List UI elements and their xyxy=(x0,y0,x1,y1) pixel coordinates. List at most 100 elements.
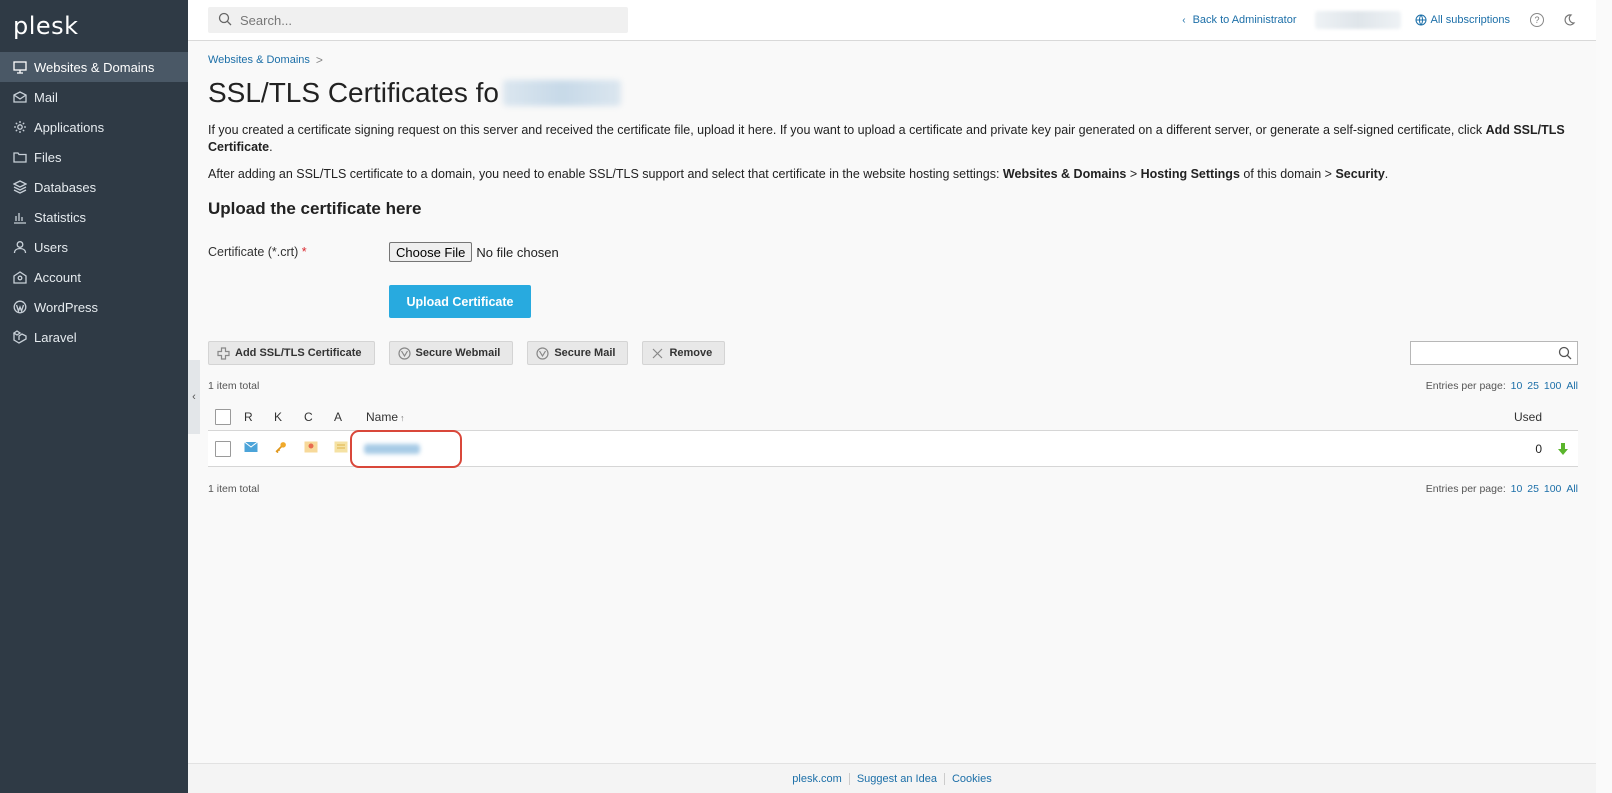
sidebar-nav: Websites & Domains Mail Applications Fil… xyxy=(0,52,188,352)
upload-certificate-button[interactable]: Upload Certificate xyxy=(389,285,531,318)
plus-icon xyxy=(217,346,230,360)
sidebar-item-wordpress[interactable]: WordPress xyxy=(0,292,188,322)
column-a[interactable]: A xyxy=(334,410,342,424)
moon-icon[interactable] xyxy=(1562,13,1576,27)
bar-chart-icon xyxy=(13,210,27,224)
column-k[interactable]: K xyxy=(274,410,282,424)
secure-mail-button[interactable]: Secure Mail xyxy=(527,341,629,365)
search-input[interactable] xyxy=(240,12,620,28)
breadcrumb-websites-domains[interactable]: Websites & Domains xyxy=(208,54,310,66)
globe-icon xyxy=(1415,14,1427,26)
footer-link-suggest-idea[interactable]: Suggest an Idea xyxy=(850,773,944,785)
download-icon[interactable] xyxy=(1556,442,1570,456)
chevron-left-icon: ‹ xyxy=(1182,14,1186,26)
button-label: Remove xyxy=(669,347,713,359)
button-label: Secure Webmail xyxy=(415,347,501,359)
entries-option-10[interactable]: 10 xyxy=(1511,483,1523,495)
sidebar-item-mail[interactable]: Mail xyxy=(0,82,188,112)
item-count: 1 item total xyxy=(208,483,260,495)
user-account-menu[interactable] xyxy=(1314,11,1401,29)
required-mark: * xyxy=(301,245,307,259)
column-r[interactable]: R xyxy=(244,410,253,424)
entries-per-page: Entries per page: 10 25 100 All xyxy=(1426,483,1578,497)
plesk-logo[interactable]: plesk xyxy=(0,0,188,52)
select-all-checkbox[interactable] xyxy=(215,408,231,425)
footer: plesk.com Suggest an Idea Cookies xyxy=(188,763,1596,793)
table-row: 0 xyxy=(208,430,1578,468)
page-title: SSL/TLS Certificates fo xyxy=(208,74,1578,112)
back-to-administrator-link[interactable]: ‹ Back to Administrator xyxy=(1182,14,1296,26)
close-icon xyxy=(651,347,664,360)
page-title-text: SSL/TLS Certificates fo xyxy=(208,77,500,108)
breadcrumb-separator: > xyxy=(315,53,323,67)
desc-end: . xyxy=(269,140,273,154)
all-subscriptions-link[interactable]: All subscriptions xyxy=(1415,14,1510,26)
entries-option-25[interactable]: 25 xyxy=(1527,380,1539,392)
sidebar-item-databases[interactable]: Databases xyxy=(0,172,188,202)
ca-certificate-icon xyxy=(334,441,348,456)
entries-option-all[interactable]: All xyxy=(1566,483,1578,495)
desc-text: > xyxy=(1126,167,1141,181)
entries-option-25[interactable]: 25 xyxy=(1527,483,1539,495)
sidebar: plesk Websites & Domains Mail Applicatio… xyxy=(0,0,188,793)
button-label: Add SSL/TLS Certificate xyxy=(235,347,362,359)
secure-webmail-button[interactable]: Secure Webmail xyxy=(388,341,514,365)
file-status: No file chosen xyxy=(476,244,559,260)
desc-text: After adding an SSL/TLS certificate to a… xyxy=(208,167,1003,181)
certificate-label-text: Certificate (*.crt) xyxy=(208,245,299,259)
column-used[interactable]: Used xyxy=(1514,410,1542,424)
entries-label: Entries per page: xyxy=(1425,483,1506,495)
sidebar-item-label: Account xyxy=(34,269,81,285)
column-name[interactable]: Name ↑ xyxy=(366,410,405,424)
row-checkbox[interactable] xyxy=(215,440,231,457)
account-icon xyxy=(13,270,27,284)
sidebar-item-websites-domains[interactable]: Websites & Domains xyxy=(0,52,188,82)
sidebar-item-statistics[interactable]: Statistics xyxy=(0,202,188,232)
entries-option-100[interactable]: 100 xyxy=(1544,483,1562,495)
back-link-label: Back to Administrator xyxy=(1192,14,1297,26)
entries-option-100[interactable]: 100 xyxy=(1544,380,1562,392)
mail-icon xyxy=(13,90,27,104)
remove-button[interactable]: Remove xyxy=(642,341,726,365)
domain-name-redacted xyxy=(503,80,622,106)
upload-section-title: Upload the certificate here xyxy=(208,199,422,218)
list-search-input[interactable] xyxy=(1410,341,1578,365)
help-icon[interactable]: ? xyxy=(1530,13,1544,27)
table-header: R K C A Name ↑ Used xyxy=(208,403,1578,431)
global-search[interactable] xyxy=(208,7,628,33)
topbar-right: ‹ Back to Administrator All subscription… xyxy=(1182,0,1576,40)
choose-file-button[interactable]: Choose File xyxy=(389,242,473,262)
sidebar-item-laravel[interactable]: Laravel xyxy=(0,322,188,352)
sidebar-item-applications[interactable]: Applications xyxy=(0,112,188,142)
mail-cert-icon xyxy=(244,441,258,456)
list-meta-top: 1 item total Entries per page: 10 25 100… xyxy=(208,380,1578,394)
certificate-name-link[interactable] xyxy=(350,430,462,468)
key-icon xyxy=(274,441,288,456)
search-icon xyxy=(218,12,232,29)
sidebar-item-label: Applications xyxy=(34,119,105,135)
database-icon xyxy=(13,180,27,194)
footer-link-cookies[interactable]: Cookies xyxy=(945,773,999,785)
sidebar-item-account[interactable]: Account xyxy=(0,262,188,292)
entries-option-10[interactable]: 10 xyxy=(1511,380,1523,392)
sidebar-item-files[interactable]: Files xyxy=(0,142,188,172)
folder-icon xyxy=(13,150,27,164)
search-icon[interactable] xyxy=(1558,346,1572,360)
sidebar-item-users[interactable]: Users xyxy=(0,232,188,262)
certificate-icon xyxy=(304,441,318,456)
footer-link-plesk[interactable]: plesk.com xyxy=(785,773,849,785)
add-ssl-certificate-button[interactable]: Add SSL/TLS Certificate xyxy=(208,341,375,365)
scrollbar[interactable] xyxy=(1596,0,1612,793)
topbar: ‹ Back to Administrator All subscription… xyxy=(188,0,1596,41)
description-upload: If you created a certificate signing req… xyxy=(208,122,1578,156)
desc-bold: Hosting Settings xyxy=(1140,167,1240,181)
entries-option-all[interactable]: All xyxy=(1566,380,1578,392)
entries-label: Entries per page: xyxy=(1425,380,1506,392)
certificates-table: R K C A Name ↑ Used 0 xyxy=(208,403,1578,468)
sort-arrow-icon: ↑ xyxy=(400,412,405,423)
sidebar-item-label: Statistics xyxy=(34,209,87,225)
item-count: 1 item total xyxy=(208,380,260,392)
column-c[interactable]: C xyxy=(304,410,313,424)
desc-text: . xyxy=(1384,167,1389,181)
sidebar-collapse-toggle[interactable]: ‹ xyxy=(188,360,200,434)
